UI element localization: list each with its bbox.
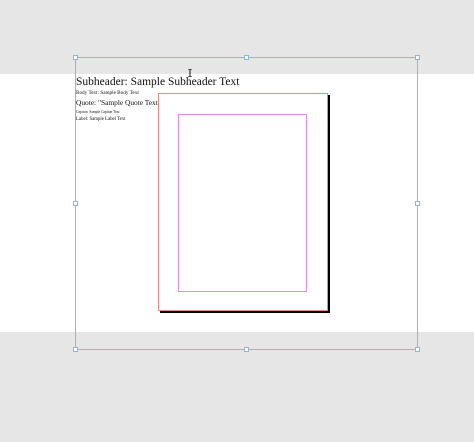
text-cursor-icon	[188, 69, 192, 77]
resize-handle-left[interactable]	[73, 201, 78, 206]
resize-handle-top-right[interactable]	[415, 55, 420, 60]
selection-frame[interactable]	[75, 57, 418, 350]
resize-handle-bottom-right[interactable]	[415, 347, 420, 352]
resize-handle-top-left[interactable]	[73, 55, 78, 60]
resize-handle-bottom-left[interactable]	[73, 347, 78, 352]
resize-handle-right[interactable]	[415, 201, 420, 206]
resize-handle-bottom[interactable]	[244, 347, 249, 352]
resize-handle-top[interactable]	[244, 55, 249, 60]
